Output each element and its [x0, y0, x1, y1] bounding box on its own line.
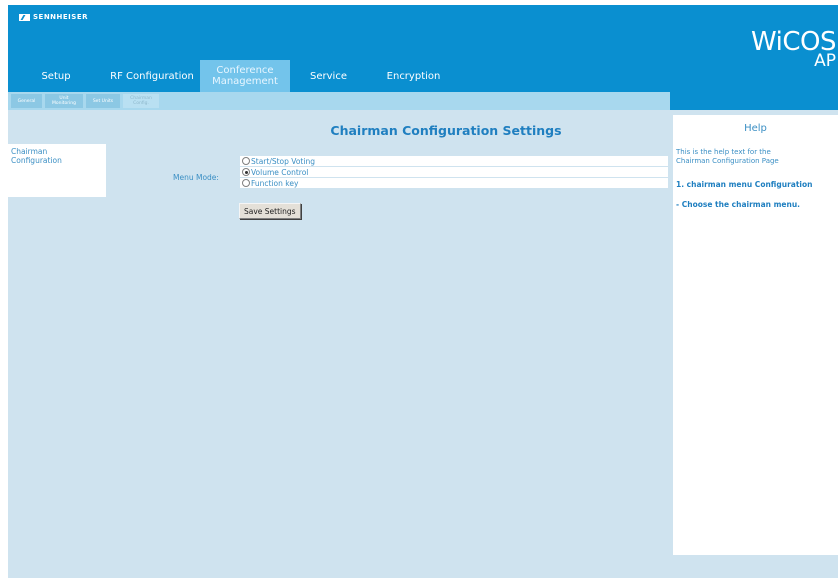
tab-encryption[interactable]: Encryption: [367, 60, 460, 92]
help-panel: Help This is the help text for the Chair…: [673, 115, 838, 555]
help-header-strip: [670, 92, 838, 110]
tab-label-line2: Management: [212, 76, 278, 87]
radio-start-stop-voting[interactable]: [242, 157, 250, 165]
tab-service[interactable]: Service: [290, 60, 367, 92]
brand-name: SENNHEISER: [33, 13, 88, 21]
help-step-2: - Choose the chairman menu.: [676, 200, 801, 209]
radio-volume-control[interactable]: [242, 168, 250, 176]
subtab-set-units[interactable]: Set Units: [86, 94, 120, 108]
help-title: Help: [744, 123, 767, 134]
menu-mode-options: Start/Stop Voting Volume Control Functio…: [240, 156, 668, 189]
option-label: Volume Control: [251, 167, 309, 177]
help-intro-line1: This is the help text for the: [676, 148, 771, 156]
menu-mode-label: Menu Mode:: [173, 173, 219, 182]
subtab-chairman-config[interactable]: Chairman Config.: [123, 94, 159, 108]
help-intro: This is the help text for the Chairman C…: [673, 134, 838, 166]
sidebar-item-label-line2: Configuration: [11, 156, 62, 165]
option-label: Start/Stop Voting: [251, 156, 315, 166]
option-label: Function key: [251, 178, 299, 188]
brand-logo: SENNHEISER: [19, 13, 88, 21]
tab-label-line1: Conference: [216, 65, 274, 76]
subtab-general[interactable]: General: [11, 94, 42, 108]
sidebar-item-chairman-configuration[interactable]: Chairman Configuration: [8, 144, 106, 165]
subtab-unit-monitoring[interactable]: Unit Monitoring: [45, 94, 83, 108]
save-settings-button[interactable]: Save Settings: [239, 203, 301, 219]
subtab-label-line2: Monitoring: [51, 101, 77, 106]
sennheiser-logo-icon: [19, 13, 30, 21]
page-title: Chairman Configuration Settings: [330, 123, 562, 138]
option-volume-control[interactable]: Volume Control: [240, 167, 668, 177]
help-intro-line2: Chairman Configuration Page: [676, 157, 779, 165]
product-suffix: AP: [814, 51, 836, 71]
subtab-label-line2: Config.: [133, 101, 149, 106]
tab-setup[interactable]: Setup: [8, 60, 104, 92]
sidebar-item-label-line1: Chairman: [11, 147, 48, 156]
app-frame: SENNHEISER WiCOS AP Setup RF Configurati…: [8, 5, 838, 578]
option-function-key[interactable]: Function key: [240, 178, 668, 188]
tab-rf-configuration[interactable]: RF Configuration: [104, 60, 200, 92]
tab-conference-management[interactable]: Conference Management: [200, 60, 290, 92]
left-navigation: Chairman Configuration: [8, 144, 106, 197]
help-step-1: 1. chairman menu Configuration: [676, 180, 813, 189]
radio-function-key[interactable]: [242, 179, 250, 187]
sub-navigation: General Unit Monitoring Set Units Chairm…: [8, 92, 670, 110]
header-bar: SENNHEISER WiCOS AP Setup RF Configurati…: [8, 5, 838, 92]
main-tabs: Setup RF Configuration Conference Manage…: [8, 60, 460, 92]
product-logo: WiCOS AP: [738, 27, 838, 73]
option-start-stop-voting[interactable]: Start/Stop Voting: [240, 156, 668, 166]
